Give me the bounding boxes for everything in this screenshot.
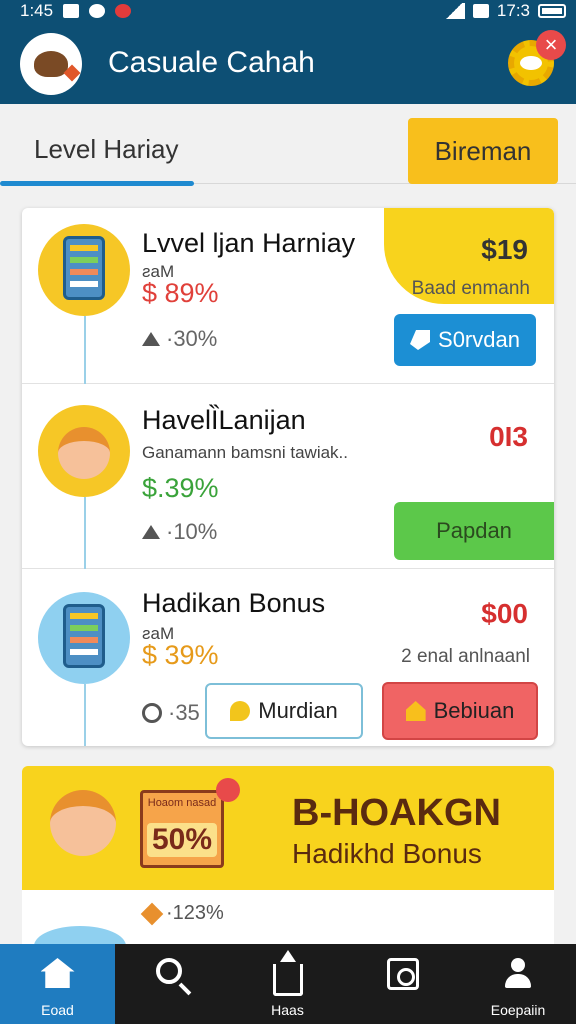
promo-subtitle: Hadikhd Bonus [292,838,482,869]
item-meta: ·10% [142,519,217,545]
signal-icon [442,3,465,19]
bireman-button[interactable]: Bireman [408,118,558,184]
app-notification-icon [115,4,132,18]
active-tab-indicator [0,181,194,186]
phone-avatar [38,224,130,316]
arrow-up-icon [142,525,160,539]
pin-icon [216,778,240,802]
nav-home-label: Eoad [41,1002,74,1018]
app-title: Casuale Cahah [108,46,315,79]
kid-avatar [38,405,130,497]
upload-icon [272,950,303,996]
kid-face-icon [50,790,116,856]
user-icon [505,958,531,990]
logo-mascot-icon [34,51,68,77]
status-bar: 1:45 17:3 [0,0,576,24]
item-title: Lvvel ljan Harniay [142,228,356,258]
key-icon [230,701,251,721]
phone-icon [63,604,105,668]
murdian-button[interactable]: Murdian [205,683,363,739]
nav-share[interactable]: Haas [230,944,345,1024]
item-meta: ·35 [142,700,200,726]
pin-icon [410,330,431,350]
item-meta: ·30% [142,326,217,352]
phone-icon [63,236,105,300]
item-price-sub: 2 enal anlnaanl [401,646,530,667]
item-meta-value: ·35 [168,700,200,725]
item-price-sub: Baad enmanh [411,278,530,299]
promo-title: B-HOAKGN [292,792,501,834]
sorvdan-button[interactable]: S0rvdan [394,314,536,366]
phone-avatar [38,592,130,684]
promo-banner[interactable]: Hoaom nasad 50% B-HOAKGN Hadikhd Bonus [22,766,554,890]
item-title: HavelȈLanijan [142,405,306,435]
item-meta-value: ·30% [166,326,218,351]
bebiuan-button-label: Bebiuan [433,698,515,723]
timeline-line [84,684,86,746]
nav-profile-label: Eoepaiin [490,1002,546,1018]
nav-camera[interactable] [345,944,460,1024]
item-percent: $ 39% [142,640,219,670]
item-title: Hadikan Bonus [142,588,326,618]
item-price: $00 [481,598,528,629]
nav-search[interactable] [115,944,230,1024]
bebiuan-button[interactable]: Bebiuan [382,682,538,740]
battery-icon [538,4,566,18]
item-subtitle: Ganamann bamsni tawiak.. [142,443,348,462]
app-logo [20,33,82,95]
promo-sign: Hoaom nasad 50% [140,790,224,868]
timeline-line [84,497,86,569]
sorvdan-button-label: S0rvdan [438,327,520,352]
murdian-button-label: Murdian [258,698,338,723]
search-icon [155,958,182,984]
nav-profile[interactable]: Eoepaiin [460,944,576,1024]
timeline-line [84,316,86,384]
status-time-right: 17:3 [496,1,530,20]
close-icon[interactable]: × [536,30,566,60]
list-item[interactable]: HavelȈLanijan Ganamann bamsni tawiak.. $… [22,385,554,569]
sim-icon [472,4,489,18]
mail-icon [63,4,80,18]
house-icon [405,701,426,721]
item-meta-value: ·123% [166,902,224,924]
bottom-nav: Eoad Haas Eoepaiin [0,944,576,1024]
tag-icon [140,902,164,925]
promo-sign-top: Hoaom nasad [147,797,217,809]
item-price: $19 [481,234,528,265]
papdan-button[interactable]: Papdan [394,502,554,560]
kid-face-icon [58,427,110,479]
notification-icon [89,4,106,18]
camera-icon [386,958,419,990]
home-icon [40,958,75,988]
item-meta: ·123% [140,902,224,925]
status-time-left: 1:45 [20,1,54,20]
app-bar: Casuale Cahah × [0,24,576,104]
item-percent: $.39% [142,473,219,503]
list-item[interactable]: ·123% [22,890,554,966]
nav-home[interactable]: Eoad [0,944,115,1024]
level-list-card: Lvvel ljan Harniay ƨaM $ 89% ·30% $19 Ba… [22,208,554,746]
list-item[interactable]: Hadikan Bonus ƨaM $ 39% ·35 $00 2 enal a… [22,570,554,746]
clock-icon [142,703,162,723]
item-percent: $ 89% [142,278,219,308]
nav-share-label: Haas [271,1002,304,1018]
item-price: 0I3 [489,421,528,452]
tab-level-hariay[interactable]: Level Hariay [34,134,179,165]
arrow-up-icon [142,332,160,346]
list-item[interactable]: Lvvel ljan Harniay ƨaM $ 89% ·30% $19 Ba… [22,208,554,384]
item-meta-value: ·10% [166,519,218,544]
promo-sign-percent: 50% [147,823,217,857]
